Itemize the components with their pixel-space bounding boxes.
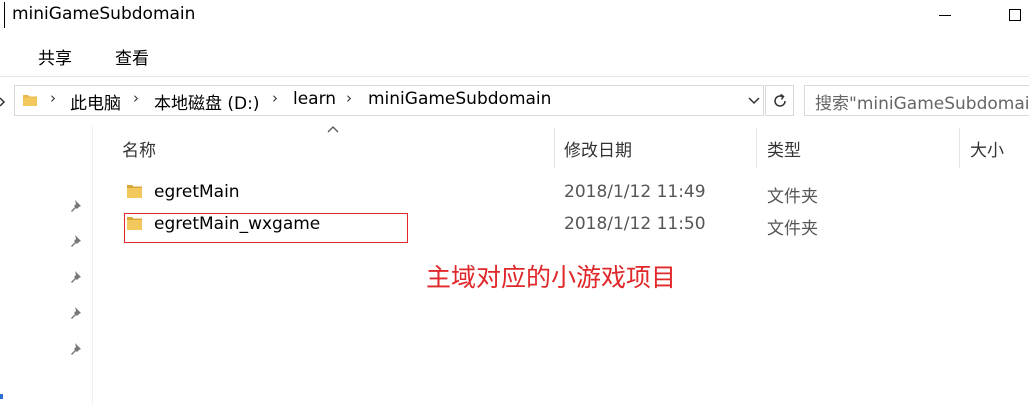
file-date: 2018/1/12 11:49 — [564, 182, 706, 202]
breadcrumb-separator[interactable]: › — [346, 89, 352, 107]
tab-view[interactable]: 查看 — [113, 44, 151, 69]
window-title: miniGameSubdomain — [12, 4, 196, 24]
breadcrumb-separator[interactable]: › — [133, 89, 139, 107]
column-divider[interactable] — [756, 128, 757, 168]
refresh-icon — [773, 93, 786, 107]
minimize-icon — [939, 14, 951, 16]
minimize-button[interactable] — [925, 0, 965, 30]
breadcrumb-learn[interactable]: learn — [293, 89, 336, 109]
column-divider[interactable] — [554, 128, 555, 168]
title-separator — [4, 2, 5, 28]
annotation-text: 主域对应的小游戏项目 — [426, 263, 677, 292]
file-name[interactable]: egretMain — [154, 182, 240, 202]
column-header-date[interactable]: 修改日期 — [564, 136, 632, 161]
nav-pane-divider — [92, 125, 93, 405]
breadcrumb-current[interactable]: miniGameSubdomain — [368, 89, 551, 109]
nav-indicator — [0, 394, 3, 399]
maximize-icon — [1009, 9, 1021, 21]
maximize-button[interactable] — [995, 0, 1029, 30]
pin-icon[interactable] — [68, 340, 86, 358]
highlight-box — [124, 213, 408, 243]
up-arrow-icon[interactable] — [0, 88, 12, 114]
tab-share[interactable]: 共享 — [36, 44, 74, 69]
breadcrumb-separator[interactable]: › — [272, 89, 278, 107]
folder-icon — [127, 185, 142, 198]
pin-icon[interactable] — [68, 197, 86, 215]
pin-icon[interactable] — [68, 232, 86, 250]
pin-icon[interactable] — [68, 268, 86, 286]
chevron-down-icon[interactable] — [744, 89, 764, 111]
folder-icon — [23, 95, 37, 106]
column-header-name[interactable]: 名称 — [122, 136, 156, 161]
file-type: 文件夹 — [767, 219, 818, 239]
search-input[interactable]: 搜索"miniGameSubdomain" — [815, 89, 1029, 114]
column-header-size[interactable]: 大小 — [970, 136, 1004, 161]
refresh-button[interactable] — [765, 85, 794, 116]
breadcrumb-this-pc[interactable]: 此电脑 — [70, 89, 121, 114]
pin-icon[interactable] — [68, 304, 86, 322]
file-type: 文件夹 — [767, 187, 818, 207]
file-date: 2018/1/12 11:50 — [564, 214, 706, 234]
breadcrumb-local-disk[interactable]: 本地磁盘 (D:) — [154, 89, 260, 114]
column-header-type[interactable]: 类型 — [767, 136, 801, 161]
breadcrumb-separator[interactable]: › — [50, 89, 56, 107]
ribbon-divider — [0, 76, 1029, 77]
column-divider[interactable] — [959, 128, 960, 168]
sort-ascending-icon — [327, 126, 339, 133]
